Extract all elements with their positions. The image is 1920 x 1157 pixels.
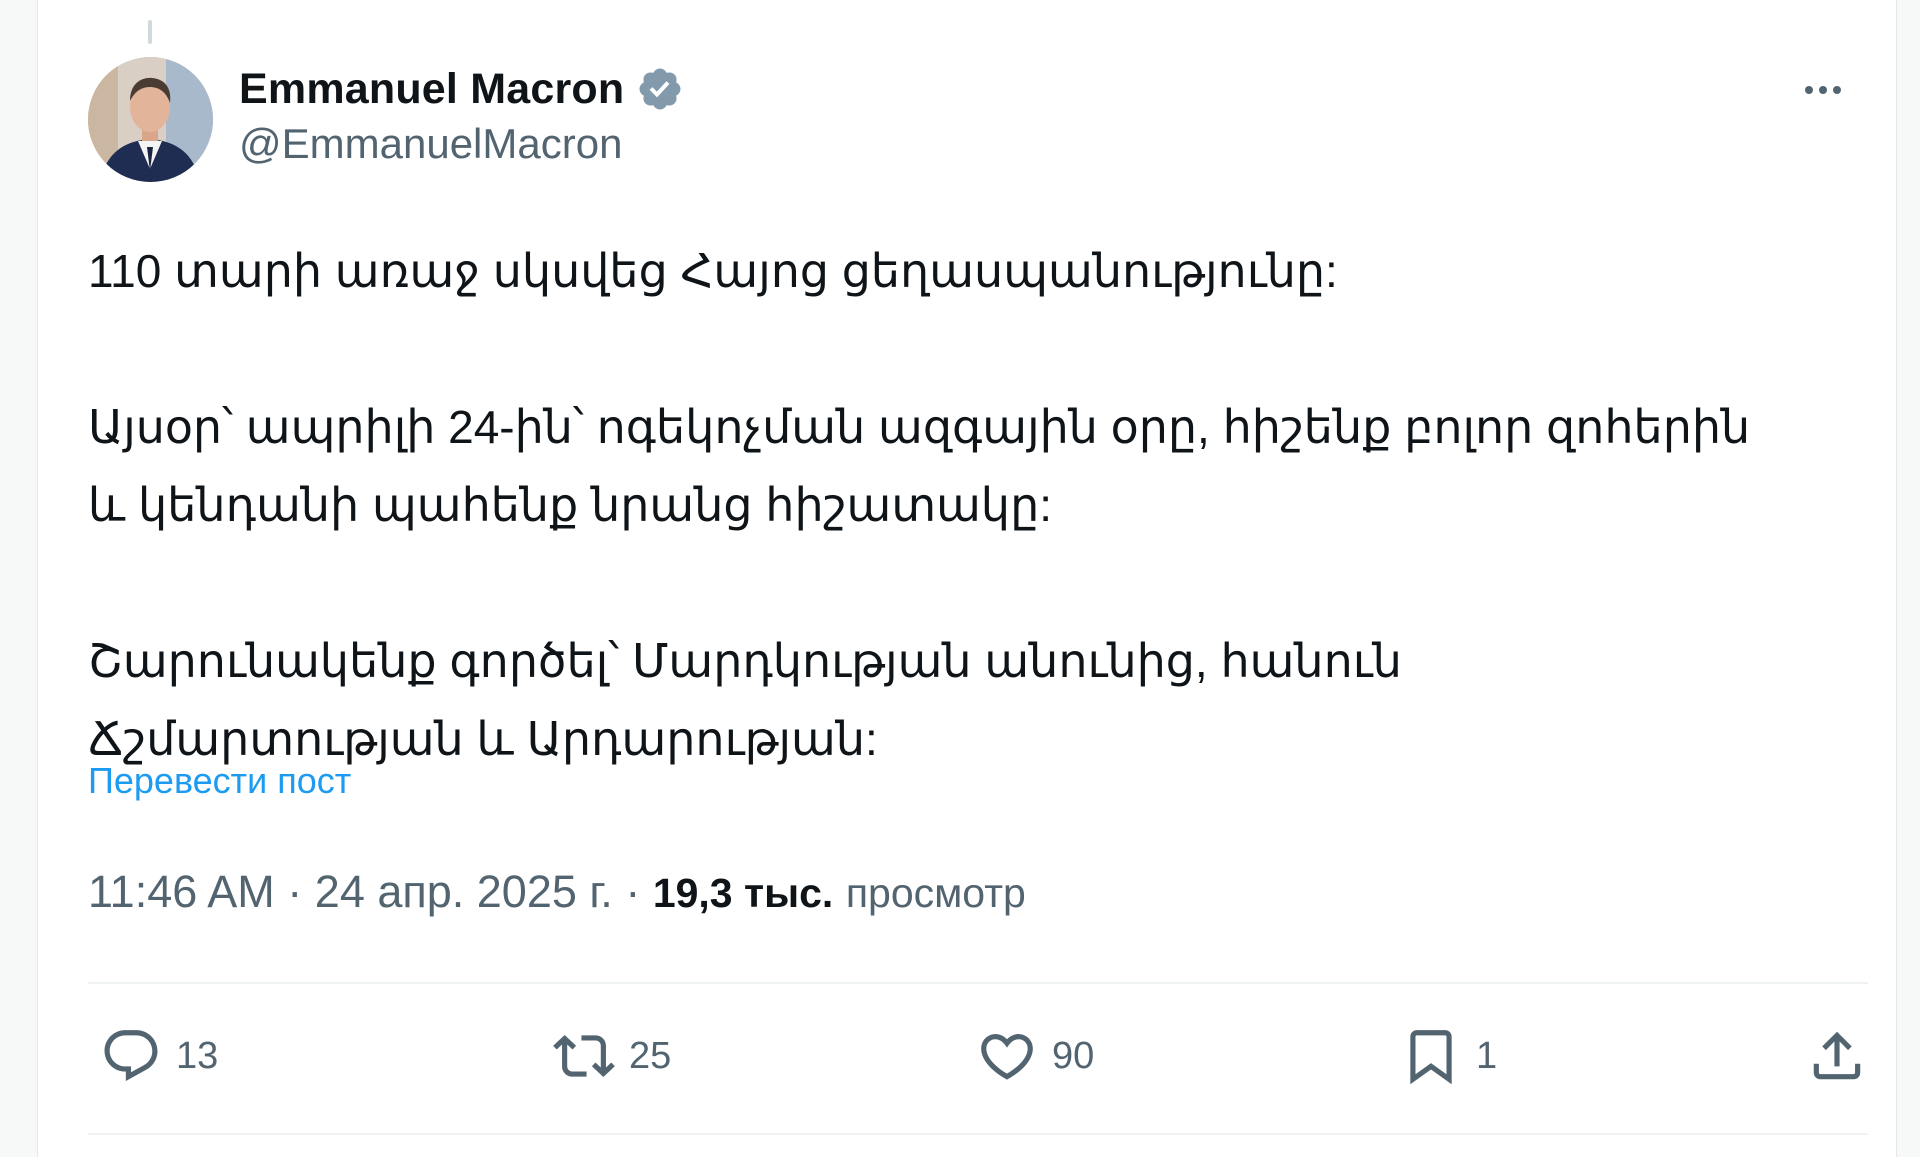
share-button[interactable] — [1806, 1020, 1868, 1092]
thread-connector-line — [148, 20, 152, 44]
bookmark-button[interactable]: 1 — [1400, 1020, 1497, 1092]
heart-icon — [981, 1034, 1033, 1080]
tweet-text-line: 110 տարի առաջ սկսվեց Հայոց ցեղասպանությո… — [88, 245, 1338, 297]
tweet-header: Emmanuel Macron @EmmanuelMacron — [239, 60, 684, 168]
views-count[interactable]: 19,3 тыс. — [653, 870, 833, 916]
meta-separator: · — [612, 866, 653, 917]
post-time[interactable]: 11:46 AM — [88, 866, 275, 917]
tweet-text-line: Այսօր՝ ապրիլի 24-ին՝ ոգեկոչման ազգային օ… — [88, 401, 1751, 453]
tweet-text: 110 տարի առաջ սկսվեց Հայոց ցեղասպանությո… — [88, 232, 1868, 778]
tweet-text-line: Ճշմարտության և Արդարության: — [88, 713, 878, 765]
repost-icon — [553, 1035, 615, 1077]
action-bar: 13 25 90 1 — [88, 1020, 1888, 1092]
reply-icon — [104, 1030, 158, 1082]
meta-separator: · — [274, 866, 315, 917]
tweet-text-line: և կենդանի պահենք նրանց հիշատակը: — [88, 479, 1053, 531]
reply-count: 13 — [176, 1034, 219, 1077]
post-date[interactable]: 24 апр. 2025 г. — [315, 866, 613, 917]
author-display-name[interactable]: Emmanuel Macron — [239, 65, 624, 114]
views-label: просмотр — [845, 870, 1026, 916]
verified-badge-icon[interactable] — [636, 65, 684, 113]
more-dot-icon — [1833, 86, 1841, 94]
tweet-text-line: Շարունակենք գործել՝ Մարդկության անունից,… — [88, 635, 1402, 687]
tweet-card: Emmanuel Macron @EmmanuelMacron 110 տարի… — [37, 0, 1897, 1157]
tweet-metadata: 11:46 AM · 24 апр. 2025 г. · 19,3 тыс. п… — [88, 866, 1026, 918]
translate-post-link[interactable]: Перевести пост — [88, 760, 351, 802]
like-button[interactable]: 90 — [976, 1020, 1094, 1092]
avatar[interactable] — [88, 57, 213, 182]
repost-count: 25 — [629, 1034, 672, 1077]
author-name-row: Emmanuel Macron — [239, 60, 684, 118]
avatar-photo-icon — [88, 57, 213, 182]
bookmark-count: 1 — [1476, 1034, 1498, 1077]
share-icon — [1813, 1031, 1861, 1080]
author-handle[interactable]: @EmmanuelMacron — [239, 120, 684, 168]
like-count: 90 — [1052, 1034, 1095, 1077]
reply-button[interactable]: 13 — [100, 1020, 218, 1092]
more-dot-icon — [1805, 86, 1813, 94]
bookmark-icon — [1410, 1030, 1452, 1085]
repost-button[interactable]: 25 — [553, 1020, 671, 1092]
more-dot-icon — [1819, 86, 1827, 94]
divider — [88, 1133, 1868, 1135]
divider — [88, 982, 1868, 984]
more-options-button[interactable] — [1783, 68, 1863, 112]
